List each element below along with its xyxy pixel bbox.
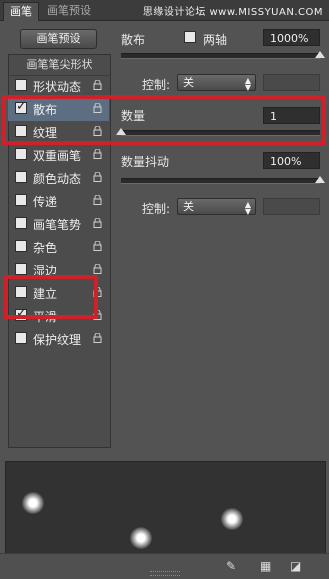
brush-setting-checkbox[interactable] bbox=[15, 217, 27, 229]
brush-setting-checkbox[interactable] bbox=[15, 194, 27, 206]
lock-icon[interactable] bbox=[93, 217, 102, 228]
scatter-value-field[interactable]: 1000% bbox=[263, 29, 320, 46]
brush-settings-item[interactable]: 颜色动态 bbox=[8, 167, 109, 190]
count-jitter-label: 数量抖动 bbox=[121, 155, 170, 169]
brush-tip-shape-item[interactable]: 画笔笔尖形状 bbox=[9, 55, 110, 76]
brush-setting-checkbox[interactable] bbox=[15, 79, 27, 91]
count-jitter-slider-thumb[interactable] bbox=[315, 176, 325, 183]
brush-setting-label: 颜色动态 bbox=[33, 172, 82, 186]
brush-setting-label: 画笔笔势 bbox=[33, 218, 82, 232]
tab-brush[interactable]: 画笔 bbox=[3, 2, 39, 21]
brush-presets-button[interactable]: 画笔预设 bbox=[20, 29, 97, 49]
scatter-control-label: 控制: bbox=[142, 78, 171, 92]
lock-icon[interactable] bbox=[93, 240, 102, 251]
count-jitter-control-label: 控制: bbox=[142, 202, 171, 216]
brush-setting-label: 杂色 bbox=[33, 241, 58, 255]
grid-icon[interactable]: ▦ bbox=[260, 559, 271, 573]
lock-icon[interactable] bbox=[93, 194, 102, 205]
count-jitter-value-field[interactable]: 100% bbox=[263, 152, 320, 169]
brush-settings-item[interactable]: 双重画笔 bbox=[8, 144, 109, 167]
scatter-control-value: 关 bbox=[183, 76, 194, 89]
select-arrows-icon: ▲ ▼ bbox=[244, 200, 251, 216]
brush-dot bbox=[130, 527, 152, 549]
brush-setting-checkbox[interactable] bbox=[15, 171, 27, 183]
brush-setting-label: 保护纹理 bbox=[33, 333, 82, 347]
highlight-smoothing bbox=[4, 275, 98, 319]
count-jitter-control-value-box bbox=[263, 198, 320, 215]
count-jitter-control-select[interactable]: 关 ▲ ▼ bbox=[177, 198, 256, 216]
brush-settings-item[interactable]: 画笔笔势 bbox=[8, 213, 109, 236]
resize-grip[interactable] bbox=[150, 571, 180, 576]
tab-brush-presets[interactable]: 画笔预设 bbox=[41, 2, 97, 20]
brush-setting-label: 双重画笔 bbox=[33, 149, 82, 163]
scatter-control-select[interactable]: 关 ▲ ▼ bbox=[177, 74, 256, 92]
lock-icon[interactable] bbox=[93, 148, 102, 159]
brush-toggle-icon[interactable]: ✎ bbox=[226, 559, 236, 573]
lock-icon[interactable] bbox=[93, 79, 102, 90]
brush-settings-item[interactable]: 杂色 bbox=[8, 236, 109, 259]
brush-setting-label: 传递 bbox=[33, 195, 58, 209]
count-jitter-slider[interactable] bbox=[121, 178, 320, 184]
brush-setting-label: 形状动态 bbox=[33, 80, 82, 94]
lock-icon[interactable] bbox=[93, 332, 102, 343]
lock-icon[interactable] bbox=[93, 171, 102, 182]
select-arrows-icon: ▲ ▼ bbox=[244, 76, 251, 92]
lock-icon[interactable] bbox=[93, 263, 102, 274]
brush-setting-checkbox[interactable] bbox=[15, 332, 27, 344]
new-preset-icon[interactable]: ◪ bbox=[290, 559, 301, 573]
scatter-control-value-box bbox=[263, 74, 320, 91]
brush-settings-item[interactable]: 保护纹理 bbox=[8, 328, 109, 351]
brush-settings-item[interactable]: 传递 bbox=[8, 190, 109, 213]
watermark-text: 思缘设计论坛 www.MISSYUAN.COM bbox=[142, 7, 323, 18]
scatter-slider[interactable] bbox=[121, 53, 320, 59]
brush-dot bbox=[221, 508, 243, 530]
brush-setting-checkbox[interactable] bbox=[15, 240, 27, 252]
scatter-slider-thumb[interactable] bbox=[315, 51, 325, 58]
brush-setting-checkbox[interactable] bbox=[15, 148, 27, 160]
count-jitter-control-value: 关 bbox=[183, 200, 194, 213]
brush-dot bbox=[22, 492, 44, 514]
both-axes-label: 两轴 bbox=[203, 33, 228, 47]
highlight-scatter-count bbox=[2, 95, 326, 145]
brush-setting-checkbox[interactable] bbox=[15, 263, 27, 275]
both-axes-checkbox[interactable] bbox=[184, 31, 196, 43]
panel-tabbar: 画笔 画笔预设 思缘设计论坛 www.MISSYUAN.COM bbox=[0, 0, 329, 21]
brush-stroke-preview bbox=[5, 461, 326, 555]
scatter-label: 散布 bbox=[121, 33, 146, 47]
